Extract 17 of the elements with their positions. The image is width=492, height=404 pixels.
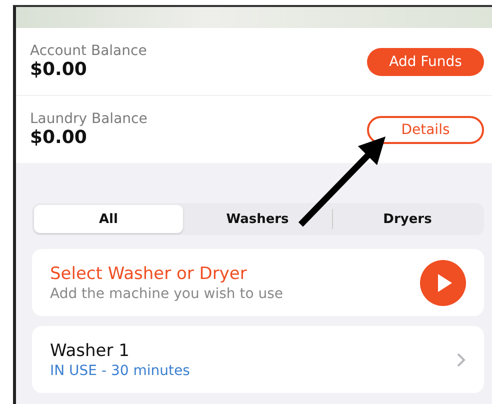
- machine-row[interactable]: Washer 1 IN USE - 30 minutes: [32, 326, 484, 393]
- card-title: Select Washer or Dryer: [50, 264, 248, 284]
- balance-label: Account Balance: [30, 43, 147, 59]
- filter-tab[interactable]: Washers: [183, 205, 332, 233]
- balance-label: Laundry Balance: [30, 111, 148, 127]
- select-machine-card[interactable]: Select Washer or Dryer Add the machine you wish to use: [32, 249, 484, 316]
- machine-status: IN USE - 30 minutes: [50, 362, 190, 378]
- balance-amount: $0.00: [30, 59, 88, 80]
- balance-amount: $0.00: [30, 127, 88, 148]
- filter-tab[interactable]: Dryers: [333, 205, 482, 233]
- card-subtitle: Add the machine you wish to use: [50, 286, 284, 302]
- add-funds-button[interactable]: Add Funds: [367, 48, 484, 76]
- chevron-right-icon: [456, 352, 466, 368]
- play-icon[interactable]: [420, 260, 466, 306]
- details-button[interactable]: Details: [367, 116, 484, 144]
- machine-name: Washer 1: [50, 340, 130, 360]
- filter-tab[interactable]: All: [34, 205, 183, 233]
